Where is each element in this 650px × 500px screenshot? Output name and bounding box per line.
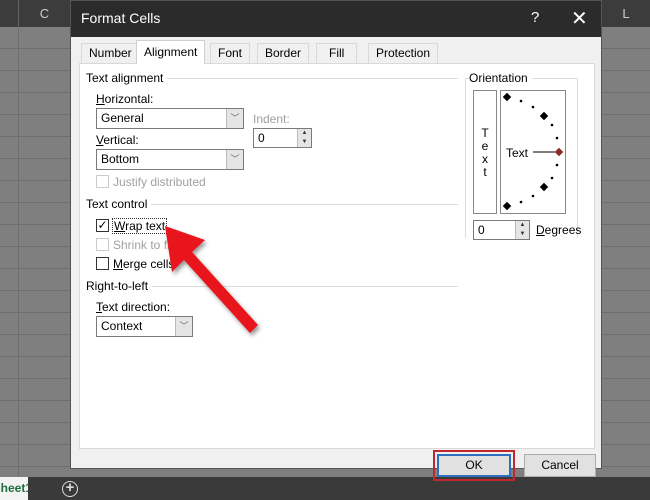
spinner-arrows-icon[interactable]: ▲ ▼: [515, 221, 529, 239]
tab-number[interactable]: Number: [81, 43, 140, 64]
vertical-letter: T: [481, 126, 489, 140]
horizontal-select[interactable]: General ﹀: [96, 108, 244, 129]
text-direction-select[interactable]: Context ﹀: [96, 316, 193, 337]
add-sheet-icon[interactable]: +: [62, 480, 78, 497]
orientation-heading: Orientation: [469, 71, 532, 85]
vertical-letter: e: [481, 139, 489, 153]
right-to-left-heading: Right-to-left: [86, 279, 153, 293]
justify-distributed-checkbox[interactable]: [96, 175, 109, 188]
text-direction-label: Text direction:: [96, 300, 171, 314]
vertical-text-button[interactable]: T e x t: [473, 90, 497, 214]
ok-button[interactable]: OK: [437, 454, 511, 477]
column-header-l[interactable]: L: [602, 0, 650, 27]
vertical-letter: x: [482, 152, 488, 166]
horizontal-label: Horizontal:: [96, 92, 154, 106]
format-cells-dialog: Format Cells ? ✕ Number Alignment Font B…: [70, 0, 602, 481]
chevron-down-icon: ﹀: [226, 109, 243, 128]
degrees-label: Degrees: [536, 223, 582, 237]
degrees-spinner[interactable]: 0 ▲ ▼: [473, 220, 530, 240]
tab-alignment[interactable]: Alignment: [136, 40, 206, 64]
indent-spinner[interactable]: 0 ▲ ▼: [253, 128, 312, 148]
sheet-tab-bar: [0, 477, 650, 500]
chevron-down-icon: ﹀: [226, 150, 243, 169]
help-button[interactable]: ?: [531, 9, 539, 26]
shrink-to-fit-label: Shrink to fit: [113, 238, 174, 252]
tab-protection[interactable]: Protection: [368, 43, 439, 64]
grid-line: [18, 27, 19, 477]
dial-text: Text: [506, 146, 529, 160]
column-header-c[interactable]: C: [18, 0, 70, 27]
alignment-panel: Text alignment Horizontal: General ﹀ Inde…: [79, 63, 595, 449]
dialog-title: Format Cells: [81, 10, 161, 26]
wrap-text-checkbox[interactable]: ✓: [96, 219, 109, 232]
vertical-letter: t: [483, 165, 487, 179]
text-control-heading: Text control: [86, 197, 152, 211]
shrink-to-fit-checkbox[interactable]: [96, 238, 109, 251]
title-bar: Format Cells ? ✕: [71, 1, 601, 37]
indent-label: Indent:: [253, 112, 290, 126]
wrap-text-label: Wrap text: [112, 218, 168, 234]
vertical-select[interactable]: Bottom ﹀: [96, 149, 244, 170]
cancel-button[interactable]: Cancel: [524, 454, 596, 477]
text-alignment-heading: Text alignment: [86, 71, 168, 85]
orientation-dial[interactable]: Text: [500, 90, 566, 214]
merge-cells-label: Merge cells: [113, 257, 175, 271]
justify-distributed-label: Justify distributed: [113, 175, 206, 189]
merge-cells-checkbox[interactable]: [96, 257, 109, 270]
vertical-label: Vertical:: [96, 133, 139, 147]
spinner-arrows-icon[interactable]: ▲ ▼: [297, 129, 311, 147]
tab-border[interactable]: Border: [257, 43, 310, 64]
chevron-down-icon: ﹀: [175, 317, 192, 336]
tab-font[interactable]: Font: [210, 43, 251, 64]
tab-fill[interactable]: Fill: [316, 43, 358, 64]
sheet-tab[interactable]: Sheet1: [0, 477, 28, 500]
close-button[interactable]: ✕: [571, 6, 588, 31]
